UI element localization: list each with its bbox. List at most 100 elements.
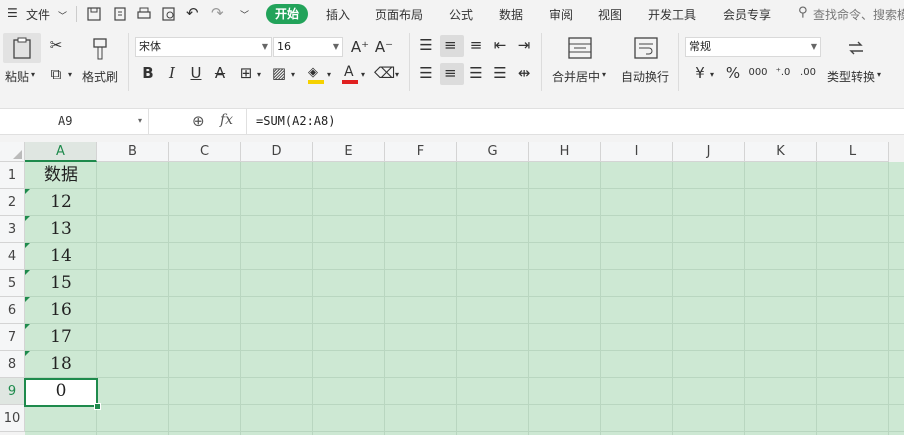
column-header-d[interactable]: D <box>241 142 313 162</box>
cut-icon[interactable]: ✂ <box>46 35 66 55</box>
decrease-font-icon[interactable]: A⁻ <box>374 37 394 57</box>
cell-a7[interactable]: 17 <box>25 324 97 351</box>
font-name-select[interactable]: 宋体 ▼ <box>135 37 272 57</box>
row-header-2[interactable]: 2 <box>0 189 25 216</box>
cell-a8[interactable]: 18 <box>25 351 97 378</box>
row-header-5[interactable]: 5 <box>0 270 25 297</box>
fill-dropdown-icon[interactable]: ▾ <box>291 70 295 79</box>
export-pdf-icon[interactable] <box>112 6 128 22</box>
tab-formulas[interactable]: 公式 <box>449 6 473 23</box>
italic-icon[interactable]: I <box>162 63 182 83</box>
redo-icon[interactable]: ↷ <box>211 4 224 22</box>
formula-input[interactable]: =SUM(A2:A8) <box>256 114 335 128</box>
highlight-dropdown-icon[interactable]: ▾ <box>327 70 331 79</box>
borders-icon[interactable]: ⊞ <box>236 63 256 83</box>
print-icon[interactable] <box>136 6 152 22</box>
align-top-icon[interactable]: ☰ <box>416 35 436 55</box>
strikethrough-icon[interactable]: A <box>210 63 230 83</box>
tab-insert[interactable]: 插入 <box>326 6 350 23</box>
print-preview-icon[interactable] <box>161 6 177 22</box>
align-bottom-icon[interactable]: ≡ <box>466 35 486 55</box>
paste-label[interactable]: 粘贴 <box>5 68 29 85</box>
clear-format-icon[interactable]: ⌫ <box>374 63 395 83</box>
merge-center-label[interactable]: 合并居中 <box>552 68 600 85</box>
wrap-text-label[interactable]: 自动换行 <box>621 68 669 85</box>
thousands-separator-icon[interactable]: 000 <box>748 63 768 83</box>
cell-a1[interactable]: 数据 <box>25 162 97 189</box>
customize-chevron-icon[interactable]: ﹀ <box>240 8 249 21</box>
convert-dropdown-icon[interactable]: ▾ <box>877 70 881 79</box>
save-icon[interactable] <box>86 6 102 22</box>
column-header-j[interactable]: J <box>673 142 745 162</box>
chevron-down-icon[interactable]: ﹀ <box>58 9 67 22</box>
distributed-icon[interactable]: ⇹ <box>514 63 534 83</box>
tab-page-layout[interactable]: 页面布局 <box>375 6 423 23</box>
undo-icon[interactable]: ↶ <box>186 4 199 22</box>
column-header-g[interactable]: G <box>457 142 529 162</box>
decrease-decimal-icon[interactable]: .00 <box>798 63 818 83</box>
row-header-1[interactable]: 1 <box>0 162 25 189</box>
type-convert-label[interactable]: 类型转换 <box>827 68 875 85</box>
paste-dropdown-icon[interactable]: ▾ <box>31 70 35 79</box>
row-header-3[interactable]: 3 <box>0 216 25 243</box>
fill-handle[interactable] <box>94 403 101 410</box>
column-header-e[interactable]: E <box>313 142 385 162</box>
tab-view[interactable]: 视图 <box>598 6 622 23</box>
underline-icon[interactable]: U <box>186 63 206 83</box>
increase-indent-icon[interactable]: ⇥ <box>514 35 534 55</box>
hamburger-icon[interactable]: ☰ <box>7 6 18 20</box>
align-middle-button[interactable]: ≡ <box>440 35 464 57</box>
font-color-button[interactable]: A <box>340 64 360 85</box>
column-header-h[interactable]: H <box>529 142 601 162</box>
select-all-corner[interactable] <box>0 142 25 162</box>
tab-review[interactable]: 审阅 <box>549 6 573 23</box>
borders-dropdown-icon[interactable]: ▾ <box>257 70 261 79</box>
justify-icon[interactable]: ☰ <box>490 63 510 83</box>
name-box[interactable]: A9 ▾ <box>0 109 149 134</box>
increase-font-icon[interactable]: A⁺ <box>350 37 370 57</box>
align-right-icon[interactable]: ☰ <box>466 63 486 83</box>
tab-start[interactable]: 开始 <box>266 4 308 24</box>
merge-center-icon[interactable] <box>568 37 592 59</box>
merge-dropdown-icon[interactable]: ▾ <box>602 70 606 79</box>
cell-a5[interactable]: 15 <box>25 270 97 297</box>
copy-dropdown-icon[interactable]: ▾ <box>68 70 72 79</box>
align-left-icon[interactable]: ☰ <box>416 63 436 83</box>
column-header-c[interactable]: C <box>169 142 241 162</box>
paste-button[interactable] <box>3 33 41 63</box>
cells-area[interactable] <box>25 162 904 435</box>
column-header-a[interactable]: A <box>25 142 97 162</box>
tab-developer[interactable]: 开发工具 <box>648 6 696 23</box>
column-header-i[interactable]: I <box>601 142 673 162</box>
row-header-8[interactable]: 8 <box>0 351 25 378</box>
font-size-select[interactable]: 16 ▼ <box>273 37 343 57</box>
row-header-9[interactable]: 9 <box>0 378 25 405</box>
row-header-10[interactable]: 10 <box>0 405 25 432</box>
type-convert-icon[interactable] <box>845 37 867 59</box>
cell-a4[interactable]: 14 <box>25 243 97 270</box>
font-color-dropdown-icon[interactable]: ▾ <box>361 70 365 79</box>
wrap-text-icon[interactable] <box>634 37 658 59</box>
currency-dropdown-icon[interactable]: ▾ <box>710 70 714 79</box>
command-search-input[interactable]: 查找命令、搜索模 <box>813 6 904 23</box>
format-painter-icon[interactable] <box>90 37 110 61</box>
clear-dropdown-icon[interactable]: ▾ <box>395 70 399 79</box>
column-header-f[interactable]: F <box>385 142 457 162</box>
tab-data[interactable]: 数据 <box>499 6 523 23</box>
function-icon[interactable]: fx <box>220 112 233 128</box>
currency-icon[interactable]: ¥ <box>690 63 710 83</box>
tab-member[interactable]: 会员专享 <box>723 6 771 23</box>
number-format-select[interactable]: 常规 ▼ <box>685 37 821 57</box>
decrease-indent-icon[interactable]: ⇤ <box>490 35 510 55</box>
column-header-k[interactable]: K <box>745 142 817 162</box>
cell-a3[interactable]: 13 <box>25 216 97 243</box>
cell-a6[interactable]: 16 <box>25 297 97 324</box>
highlight-color-button[interactable]: ◈ <box>306 65 326 85</box>
increase-decimal-icon[interactable]: ⁺.0 <box>773 63 793 83</box>
percent-icon[interactable]: % <box>723 63 743 83</box>
column-header-b[interactable]: B <box>97 142 169 162</box>
row-header-4[interactable]: 4 <box>0 243 25 270</box>
row-header-7[interactable]: 7 <box>0 324 25 351</box>
file-menu[interactable]: 文件 <box>26 6 50 23</box>
bold-icon[interactable]: B <box>138 63 158 83</box>
